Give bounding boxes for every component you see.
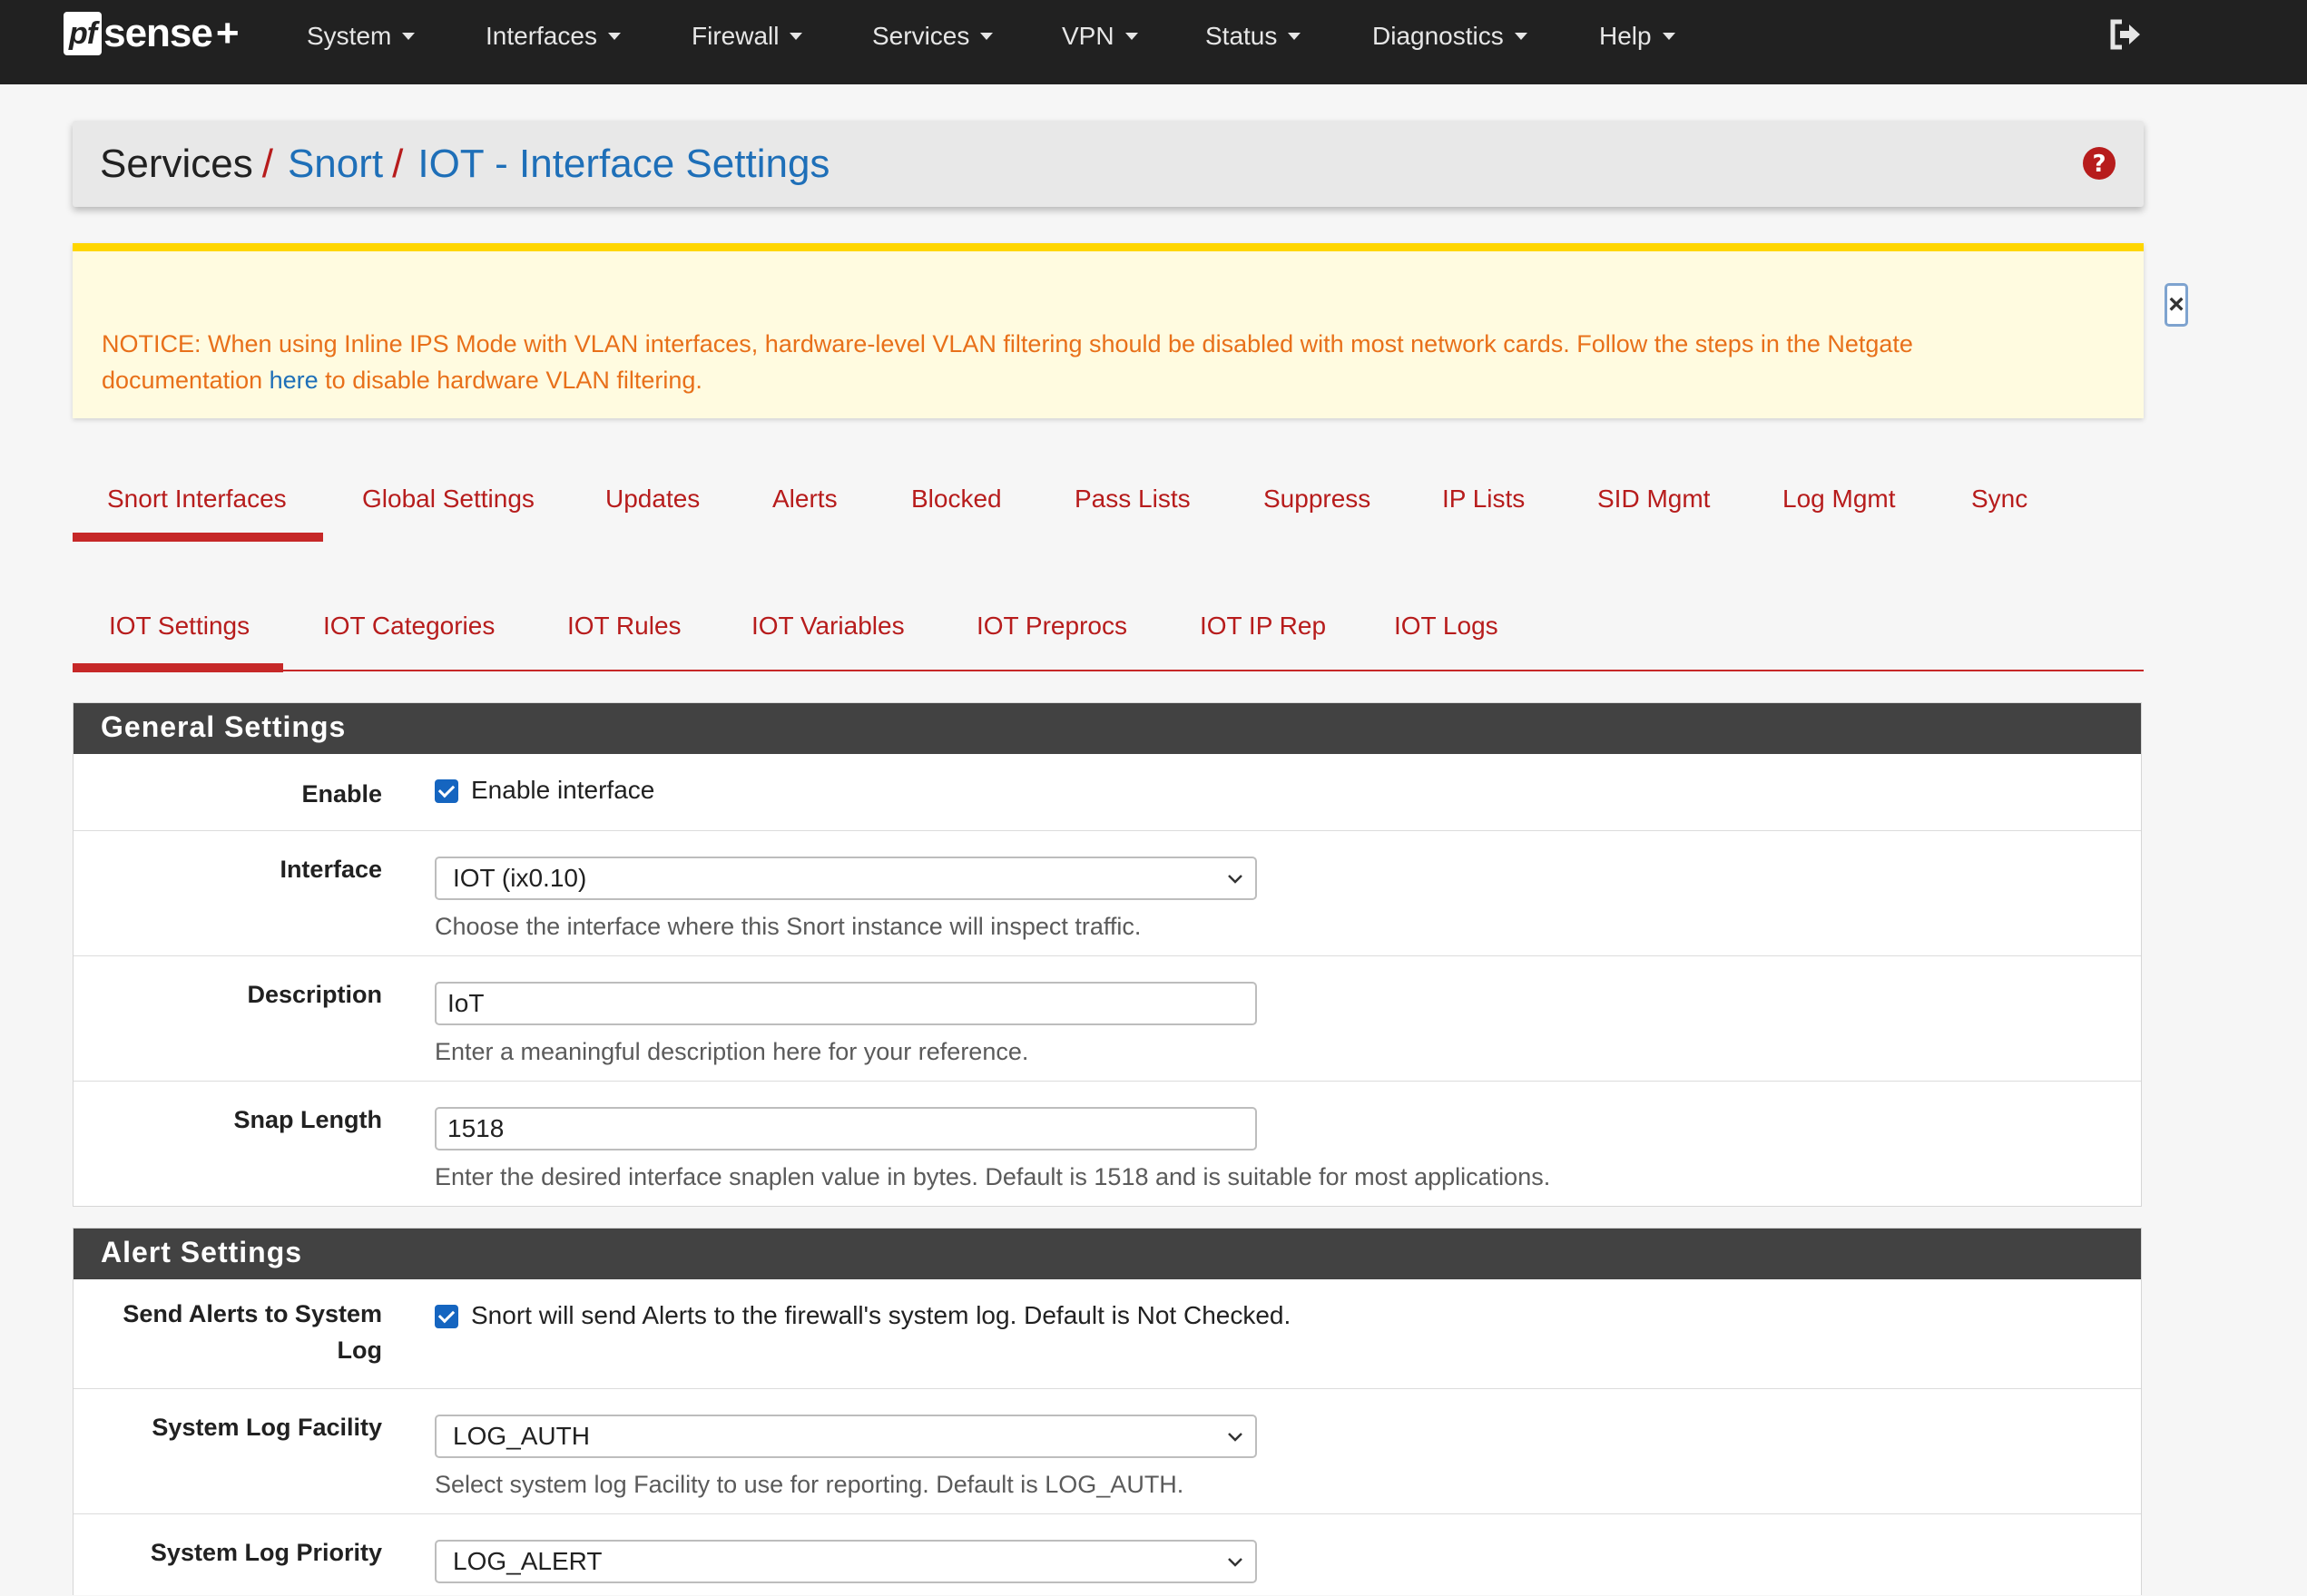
breadcrumb-services: Services bbox=[100, 141, 253, 186]
tab-ip-lists[interactable]: IP Lists bbox=[1442, 461, 1525, 539]
svg-text:?: ? bbox=[2092, 151, 2106, 178]
syslog-priority-label: System Log Priority bbox=[150, 1539, 382, 1566]
syslog-priority-value: LOG_ALERT bbox=[453, 1547, 603, 1575]
pfsense-logo[interactable]: pf sense + bbox=[64, 11, 240, 56]
send-alerts-checkbox[interactable] bbox=[435, 1305, 458, 1328]
caret-down-icon bbox=[1514, 33, 1527, 40]
logo-pf: pf bbox=[64, 12, 103, 55]
tab-log-mgmt[interactable]: Log Mgmt bbox=[1782, 461, 1896, 539]
interface-help: Choose the interface where this Snort in… bbox=[435, 913, 1142, 940]
chevron-down-icon bbox=[1228, 1558, 1242, 1567]
tab-blocked[interactable]: Blocked bbox=[911, 461, 1002, 539]
description-help: Enter a meaningful description here for … bbox=[435, 1038, 1029, 1065]
tab-iot-logs[interactable]: IOT Logs bbox=[1394, 588, 1498, 670]
tab-global-settings[interactable]: Global Settings bbox=[362, 461, 535, 539]
description-input[interactable]: IoT bbox=[435, 982, 1257, 1025]
caret-down-icon bbox=[1662, 33, 1675, 40]
snort-main-tabs: Snort Interfaces Global Settings Updates… bbox=[73, 461, 2144, 542]
snap-length-label: Snap Length bbox=[233, 1106, 383, 1133]
syslog-priority-row: System Log Priority LOG_ALERT bbox=[74, 1514, 2141, 1596]
breadcrumb-snort-link[interactable]: Snort bbox=[288, 142, 383, 187]
breadcrumb-separator: / bbox=[392, 141, 404, 186]
logo-plus: + bbox=[215, 11, 240, 55]
question-circle-icon[interactable]: ? bbox=[2082, 146, 2116, 181]
tab-iot-ip-rep[interactable]: IOT IP Rep bbox=[1200, 588, 1326, 670]
general-settings-heading: General Settings bbox=[74, 703, 2141, 754]
breadcrumb-separator: / bbox=[261, 141, 273, 186]
nav-menu-vpn[interactable]: VPN bbox=[1062, 22, 1205, 51]
nav-menu-system[interactable]: System bbox=[307, 22, 486, 51]
tab-alerts[interactable]: Alerts bbox=[772, 461, 838, 539]
tab-sid-mgmt[interactable]: SID Mgmt bbox=[1597, 461, 1710, 539]
snap-length-row: Snap Length 1518 Enter the desired inter… bbox=[74, 1082, 2141, 1207]
syslog-facility-help: Select system log Facility to use for re… bbox=[435, 1471, 1184, 1498]
caret-down-icon bbox=[980, 33, 994, 40]
nav-menu-diagnostics[interactable]: Diagnostics bbox=[1372, 22, 1599, 51]
interface-label: Interface bbox=[280, 856, 382, 883]
enable-interface-text: Enable interface bbox=[471, 776, 655, 804]
tab-pass-lists[interactable]: Pass Lists bbox=[1075, 461, 1191, 539]
tab-sync[interactable]: Sync bbox=[1971, 461, 2027, 539]
enable-row: Enable Enable interface bbox=[74, 754, 2141, 831]
main-menu: System Interfaces Firewall Services VPN … bbox=[307, 0, 1726, 73]
syslog-facility-select[interactable]: LOG_AUTH bbox=[435, 1415, 1257, 1458]
chevron-down-icon bbox=[1228, 875, 1242, 884]
notice-text-end: to disable hardware VLAN filtering. bbox=[318, 367, 702, 394]
logout-icon[interactable] bbox=[2107, 16, 2144, 53]
caret-down-icon bbox=[1124, 33, 1138, 40]
send-alerts-text: Snort will send Alerts to the firewall's… bbox=[471, 1301, 1291, 1329]
caret-down-icon bbox=[402, 33, 416, 40]
interface-row: Interface IOT (ix0.10) Choose the interf… bbox=[74, 831, 2141, 956]
nav-menu-status[interactable]: Status bbox=[1205, 22, 1372, 51]
snap-length-input[interactable]: 1518 bbox=[435, 1107, 1257, 1150]
alert-settings-panel: Alert Settings Send Alerts to System Log… bbox=[73, 1228, 2142, 1595]
interface-tabs: IOT Settings IOT Categories IOT Rules IO… bbox=[73, 588, 2144, 672]
logo-sense: sense bbox=[103, 11, 213, 55]
tab-suppress[interactable]: Suppress bbox=[1263, 461, 1370, 539]
interface-select[interactable]: IOT (ix0.10) bbox=[435, 857, 1257, 900]
close-icon[interactable]: × bbox=[2165, 283, 2188, 327]
tab-snort-interfaces[interactable]: Snort Interfaces bbox=[73, 461, 323, 542]
vlan-notice-alert: NOTICE: When using Inline IPS Mode with … bbox=[73, 243, 2188, 418]
nav-menu-firewall[interactable]: Firewall bbox=[692, 22, 872, 51]
tab-updates[interactable]: Updates bbox=[605, 461, 700, 539]
caret-down-icon bbox=[607, 33, 621, 40]
top-navbar: pf sense + System Interfaces Firewall Se… bbox=[0, 0, 2307, 84]
snap-length-help: Enter the desired interface snaplen valu… bbox=[435, 1163, 1551, 1190]
interface-select-value: IOT (ix0.10) bbox=[453, 864, 587, 892]
syslog-priority-select[interactable]: LOG_ALERT bbox=[435, 1540, 1257, 1583]
caret-down-icon bbox=[790, 33, 803, 40]
notice-here-link[interactable]: here bbox=[270, 367, 319, 394]
tab-iot-preprocs[interactable]: IOT Preprocs bbox=[977, 588, 1127, 670]
tab-iot-rules[interactable]: IOT Rules bbox=[567, 588, 682, 670]
send-alerts-label: Send Alerts to System Log bbox=[123, 1300, 382, 1364]
enable-label: Enable bbox=[301, 780, 382, 808]
breadcrumb: Services / Snort / IOT - Interface Setti… bbox=[73, 121, 2144, 207]
description-row: Description IoT Enter a meaningful descr… bbox=[74, 956, 2141, 1082]
syslog-facility-label: System Log Facility bbox=[152, 1414, 382, 1441]
tab-iot-settings[interactable]: IOT Settings bbox=[73, 588, 283, 672]
send-alerts-row: Send Alerts to System Log Snort will sen… bbox=[74, 1279, 2141, 1389]
tab-iot-variables[interactable]: IOT Variables bbox=[751, 588, 905, 670]
alert-settings-heading: Alert Settings bbox=[74, 1229, 2141, 1279]
page-title[interactable]: IOT - Interface Settings bbox=[417, 142, 830, 187]
nav-menu-help[interactable]: Help bbox=[1599, 22, 1726, 51]
general-settings-panel: General Settings Enable Enable interface… bbox=[73, 702, 2142, 1207]
syslog-facility-value: LOG_AUTH bbox=[453, 1422, 590, 1450]
chevron-down-icon bbox=[1228, 1433, 1242, 1442]
description-label: Description bbox=[247, 981, 382, 1008]
enable-interface-checkbox[interactable] bbox=[435, 779, 458, 803]
tab-iot-categories[interactable]: IOT Categories bbox=[323, 588, 495, 670]
syslog-facility-row: System Log Facility LOG_AUTH Select syst… bbox=[74, 1389, 2141, 1514]
nav-menu-interfaces[interactable]: Interfaces bbox=[486, 22, 692, 51]
nav-menu-services[interactable]: Services bbox=[872, 22, 1062, 51]
caret-down-icon bbox=[1288, 33, 1301, 40]
